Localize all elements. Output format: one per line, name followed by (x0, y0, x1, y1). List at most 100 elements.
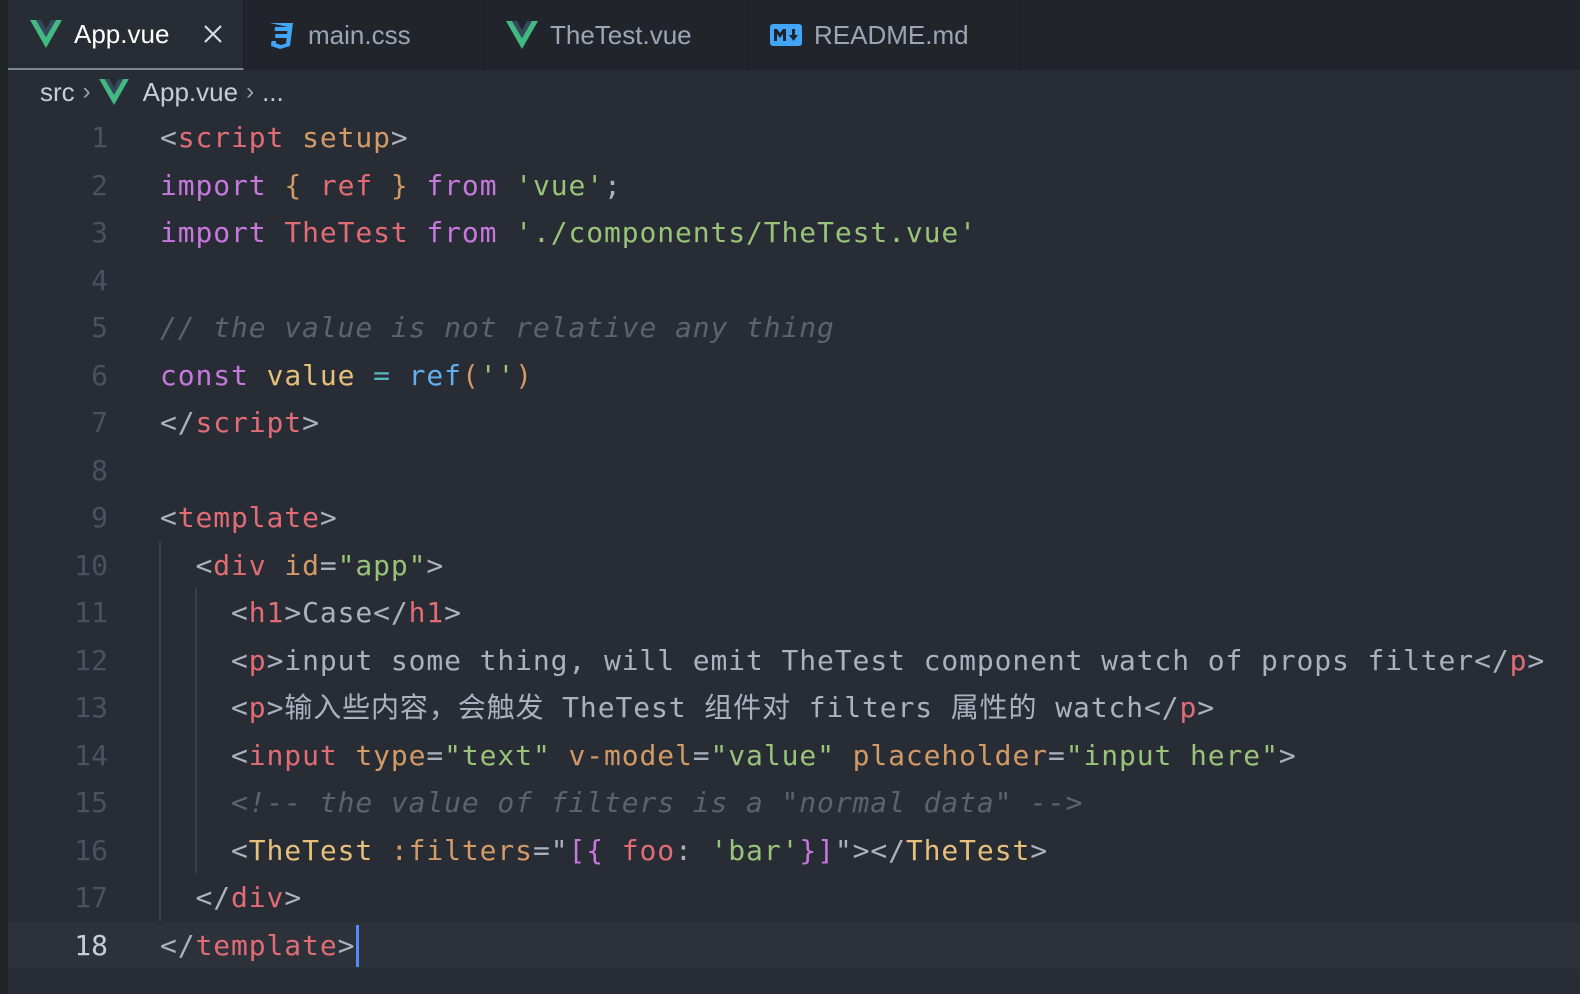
code-token: template (177, 501, 320, 534)
code-text: <script setup> (160, 114, 409, 161)
code-token: import (160, 216, 267, 249)
code-token: >input some thing, will emit TheTest com… (266, 643, 1510, 677)
code-token: < (160, 738, 249, 772)
code-line[interactable]: 7 </script> (8, 399, 1580, 446)
code-editor[interactable]: 1 <script setup> 2 import { ref } from 'vue… (8, 114, 1580, 994)
breadcrumb-more[interactable]: ... (262, 77, 284, 108)
code-token: h1 (408, 596, 445, 629)
code-text: import { ref } from 'vue'; (160, 162, 622, 209)
code-token: type (355, 738, 427, 772)
code-line[interactable]: 17 </div> (8, 874, 1580, 921)
code-token: > (284, 881, 303, 914)
tab-readme-md[interactable]: README.md (748, 0, 1020, 70)
code-token: > (390, 121, 409, 154)
breadcrumb-folder[interactable]: src (40, 77, 75, 108)
code-text: </script> (160, 399, 320, 446)
code-token: "value" (710, 738, 835, 772)
code-token: = (1047, 738, 1066, 772)
code-token: < (160, 548, 214, 582)
code-line[interactable]: 8 (8, 447, 1580, 494)
code-token: script (195, 406, 303, 439)
code-token: :filters (390, 833, 533, 867)
code-token: > (319, 501, 338, 534)
code-token: 'vue' (515, 168, 605, 202)
code-line[interactable]: 11 <h1>Case</h1> (8, 589, 1580, 636)
tab-label: TheTest.vue (550, 19, 692, 50)
code-line[interactable]: 2 import { ref } from 'vue'; (8, 162, 1580, 209)
line-number: 3 (91, 216, 108, 249)
code-token: > (1527, 643, 1546, 677)
code-line[interactable]: 15 <!-- the value of filters is a "norma… (8, 779, 1580, 826)
code-line[interactable]: 5 // the value is not relative any thing (8, 304, 1580, 351)
code-token: h1 (248, 596, 285, 629)
code-line[interactable]: 4 (8, 257, 1580, 304)
code-token: = (692, 738, 711, 772)
code-token: > (337, 928, 356, 962)
code-token: from (426, 168, 498, 202)
code-line[interactable]: 18 </template> (8, 921, 1580, 969)
code-token: "app" (337, 548, 427, 582)
line-number: 8 (91, 453, 108, 487)
breadcrumb-file[interactable]: App.vue (143, 77, 238, 108)
code-token: [{ (568, 833, 604, 867)
code-line[interactable]: 6 const value = ref('') (8, 352, 1580, 399)
code-text: <input type="text" v-model="value" place… (160, 732, 1297, 779)
css-icon (266, 20, 296, 50)
tab-app-vue[interactable]: App.vue (8, 0, 244, 70)
line-number: 7 (91, 406, 108, 439)
code-token: > (1278, 738, 1297, 772)
code-line[interactable]: 10 <div id="app"> (8, 542, 1580, 589)
line-number: 16 (74, 833, 108, 867)
code-line[interactable]: 14 <input type="text" v-model="value" pl… (8, 732, 1580, 779)
code-token: ref (408, 358, 462, 392)
code-line[interactable]: 1 <script setup> (8, 114, 1580, 161)
close-icon[interactable] (201, 22, 225, 46)
tab-label: App.vue (74, 18, 170, 49)
code-line[interactable]: 13 <p>输入些内容，会触发 TheTest 组件对 filters 属性的 … (8, 684, 1580, 731)
line-number: 10 (74, 548, 108, 582)
markdown-icon (770, 24, 802, 46)
code-token: p (248, 691, 267, 724)
code-token: { (284, 168, 303, 202)
code-line[interactable]: 3 import TheTest from './components/TheTe… (8, 209, 1580, 256)
line-number: 15 (74, 786, 108, 819)
code-token: < (160, 643, 249, 677)
code-token: < (160, 596, 249, 629)
code-token: // the value is not relative any thing (160, 311, 835, 344)
code-text: const value = ref('') (160, 352, 533, 399)
vue-icon (506, 21, 538, 49)
code-token: placeholder (852, 738, 1048, 772)
code-token: <!-- the value of filters is a "normal d… (160, 786, 1084, 819)
vue-icon (98, 79, 129, 105)
line-number: 5 (91, 311, 108, 344)
code-line[interactable]: 12 <p>input some thing, will emit TheTes… (8, 637, 1580, 684)
code-text: </template> (160, 922, 355, 969)
line-number: 9 (91, 501, 108, 534)
tab-thetest-vue[interactable]: TheTest.vue (484, 0, 748, 70)
breadcrumb: src › App.vue › ... (8, 70, 1580, 114)
code-token: < (160, 691, 249, 724)
tab-main-css[interactable]: main.css (244, 0, 484, 70)
code-token: : (675, 833, 711, 867)
code-line[interactable]: 16 <TheTest :filters="[{ foo: 'bar'}]"><… (8, 827, 1580, 874)
code-line[interactable]: 9 <template> (8, 494, 1580, 541)
text-cursor (356, 924, 359, 967)
code-text: <TheTest :filters="[{ foo: 'bar'}]"></Th… (160, 827, 1048, 874)
code-token: 'bar' (710, 833, 800, 867)
code-token: < (160, 833, 249, 867)
code-token: > (444, 596, 462, 629)
code-token: div (213, 548, 267, 582)
code-token: ) (515, 358, 533, 392)
code-token: setup (302, 121, 391, 154)
